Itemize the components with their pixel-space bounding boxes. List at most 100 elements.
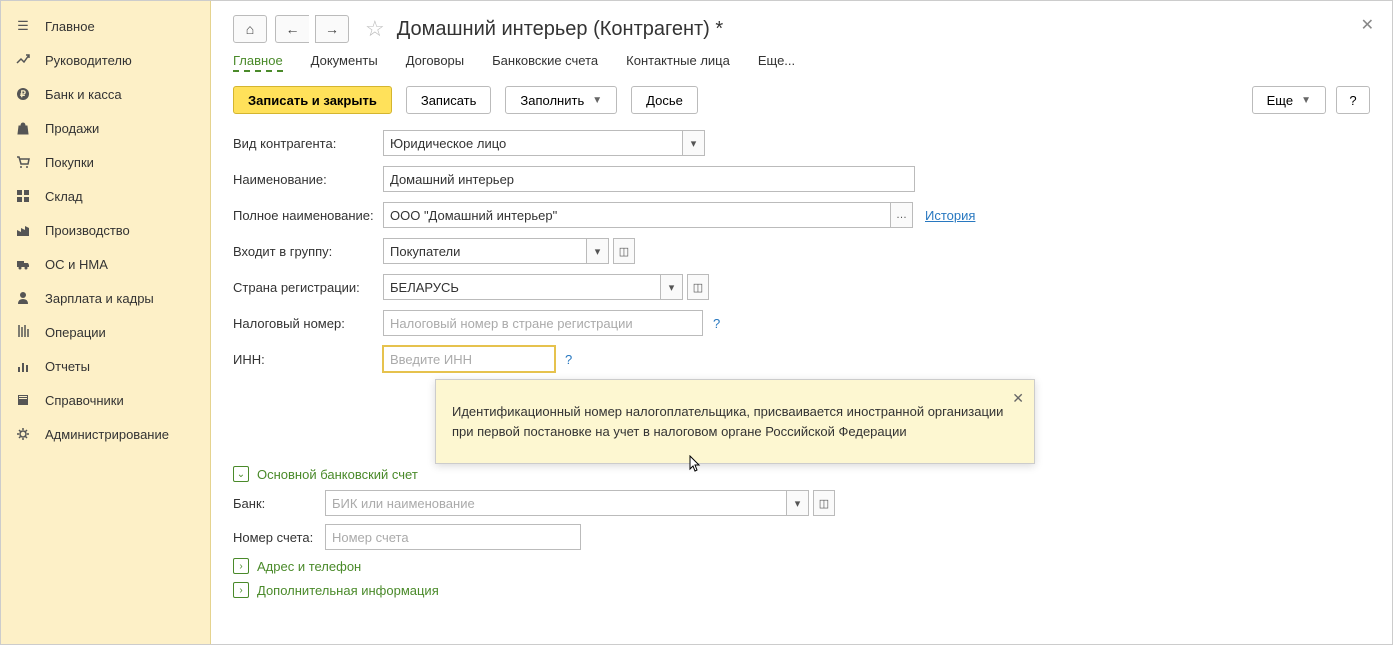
sidebar-item-reports[interactable]: Отчеты: [1, 349, 210, 383]
book-icon: [15, 392, 31, 408]
address-section-toggle[interactable]: › Адрес и телефон: [233, 558, 1370, 574]
sidebar-item-bank[interactable]: ₽ Банк и касса: [1, 77, 210, 111]
gear-icon: [15, 426, 31, 442]
cart-icon: [15, 154, 31, 170]
tab-documents[interactable]: Документы: [311, 53, 378, 72]
sidebar-item-label: Банк и касса: [45, 87, 122, 102]
inn-tooltip: ✕ Идентификационный номер налогоплательщ…: [435, 379, 1035, 464]
tab-bank-accounts[interactable]: Банковские счета: [492, 53, 598, 72]
bag-icon: [15, 120, 31, 136]
sidebar-item-label: Операции: [45, 325, 106, 340]
collapse-icon: ⌄: [233, 466, 249, 482]
tab-contacts[interactable]: Контактные лица: [626, 53, 730, 72]
person-icon: [15, 290, 31, 306]
country-input[interactable]: [383, 274, 661, 300]
forward-button[interactable]: →: [315, 15, 349, 43]
sidebar-item-label: Склад: [45, 189, 83, 204]
extra-section-toggle[interactable]: › Дополнительная информация: [233, 582, 1370, 598]
sidebar-item-label: Справочники: [45, 393, 124, 408]
sidebar-item-label: Руководителю: [45, 53, 132, 68]
type-label: Вид контрагента:: [233, 136, 383, 151]
help-button[interactable]: ?: [1336, 86, 1370, 114]
sidebar-item-label: Зарплата и кадры: [45, 291, 154, 306]
sidebar-item-manager[interactable]: Руководителю: [1, 43, 210, 77]
fullname-input[interactable]: [383, 202, 891, 228]
expand-icon: ›: [233, 582, 249, 598]
titlebar: ⌂ ← → ☆ Домашний интерьер (Контрагент) *: [233, 15, 1370, 43]
fill-button[interactable]: Заполнить ▼: [505, 86, 617, 114]
caret-down-icon: ▼: [1301, 95, 1311, 106]
content-area: ✕ ⌂ ← → ☆ Домашний интерьер (Контрагент)…: [211, 1, 1392, 644]
factory-icon: [15, 222, 31, 238]
fill-button-label: Заполнить: [520, 93, 584, 108]
expand-icon: ›: [233, 558, 249, 574]
sidebar-item-label: Продажи: [45, 121, 99, 136]
dossier-button[interactable]: Досье: [631, 86, 698, 114]
sidebar-item-assets[interactable]: ОС и НМА: [1, 247, 210, 281]
dropdown-icon[interactable]: ▾: [787, 490, 809, 516]
bars-icon: [15, 358, 31, 374]
sidebar-item-purchases[interactable]: Покупки: [1, 145, 210, 179]
type-select[interactable]: [383, 130, 683, 156]
page-title: Домашний интерьер (Контрагент) *: [397, 18, 723, 41]
tooltip-close-icon[interactable]: ✕: [1012, 388, 1024, 409]
sidebar-item-admin[interactable]: Администрирование: [1, 417, 210, 451]
sidebar: ☰ Главное Руководителю ₽ Банк и касса Пр…: [1, 1, 211, 644]
save-button[interactable]: Записать: [406, 86, 492, 114]
save-close-button[interactable]: Записать и закрыть: [233, 86, 392, 114]
group-input[interactable]: [383, 238, 587, 264]
address-section-title: Адрес и телефон: [257, 559, 361, 574]
caret-down-icon: ▼: [592, 95, 602, 106]
sidebar-item-main[interactable]: ☰ Главное: [1, 9, 210, 43]
help-link[interactable]: ?: [565, 352, 572, 367]
ellipsis-icon[interactable]: …: [891, 202, 913, 228]
toolbar: Записать и закрыть Записать Заполнить ▼ …: [233, 86, 1370, 114]
back-button[interactable]: ←: [275, 15, 309, 43]
open-icon[interactable]: ◫: [687, 274, 709, 300]
inn-input[interactable]: [383, 346, 555, 372]
sidebar-item-operations[interactable]: Операции: [1, 315, 210, 349]
taxnum-input[interactable]: [383, 310, 703, 336]
dropdown-icon[interactable]: ▾: [587, 238, 609, 264]
ops-icon: [15, 324, 31, 340]
more-button-label: Еще: [1267, 93, 1293, 108]
bank-input[interactable]: [325, 490, 787, 516]
svg-text:₽: ₽: [20, 89, 26, 99]
sidebar-item-label: Покупки: [45, 155, 94, 170]
help-link[interactable]: ?: [713, 316, 720, 331]
more-button[interactable]: Еще ▼: [1252, 86, 1326, 114]
fullname-label: Полное наименование:: [233, 208, 383, 223]
tab-main[interactable]: Главное: [233, 53, 283, 72]
sidebar-item-label: Отчеты: [45, 359, 90, 374]
account-input[interactable]: [325, 524, 581, 550]
extra-section-title: Дополнительная информация: [257, 583, 439, 598]
dropdown-icon[interactable]: ▾: [683, 130, 705, 156]
sidebar-item-sales[interactable]: Продажи: [1, 111, 210, 145]
open-icon[interactable]: ◫: [613, 238, 635, 264]
close-icon[interactable]: ✕: [1361, 15, 1374, 35]
bank-section-toggle[interactable]: ⌄ Основной банковский счет: [233, 466, 1370, 482]
favorite-star-icon[interactable]: ☆: [365, 16, 385, 42]
open-icon[interactable]: ◫: [813, 490, 835, 516]
history-link[interactable]: История: [925, 208, 975, 223]
taxnum-label: Налоговый номер:: [233, 316, 383, 331]
arrow-left-icon: ←: [286, 21, 300, 37]
sidebar-item-directories[interactable]: Справочники: [1, 383, 210, 417]
tab-more[interactable]: Еще...: [758, 53, 795, 72]
truck-icon: [15, 256, 31, 272]
dropdown-icon[interactable]: ▾: [661, 274, 683, 300]
tabs-bar: Главное Документы Договоры Банковские сч…: [233, 53, 1370, 72]
trend-icon: [15, 52, 31, 68]
name-input[interactable]: [383, 166, 915, 192]
bank-section-title: Основной банковский счет: [257, 467, 418, 482]
ruble-icon: ₽: [15, 86, 31, 102]
group-label: Входит в группу:: [233, 244, 383, 259]
sidebar-item-warehouse[interactable]: Склад: [1, 179, 210, 213]
country-label: Страна регистрации:: [233, 280, 383, 295]
menu-icon: ☰: [15, 18, 31, 34]
sidebar-item-production[interactable]: Производство: [1, 213, 210, 247]
sidebar-item-payroll[interactable]: Зарплата и кадры: [1, 281, 210, 315]
tab-contracts[interactable]: Договоры: [406, 53, 464, 72]
home-button[interactable]: ⌂: [233, 15, 267, 43]
home-icon: ⌂: [246, 21, 254, 37]
